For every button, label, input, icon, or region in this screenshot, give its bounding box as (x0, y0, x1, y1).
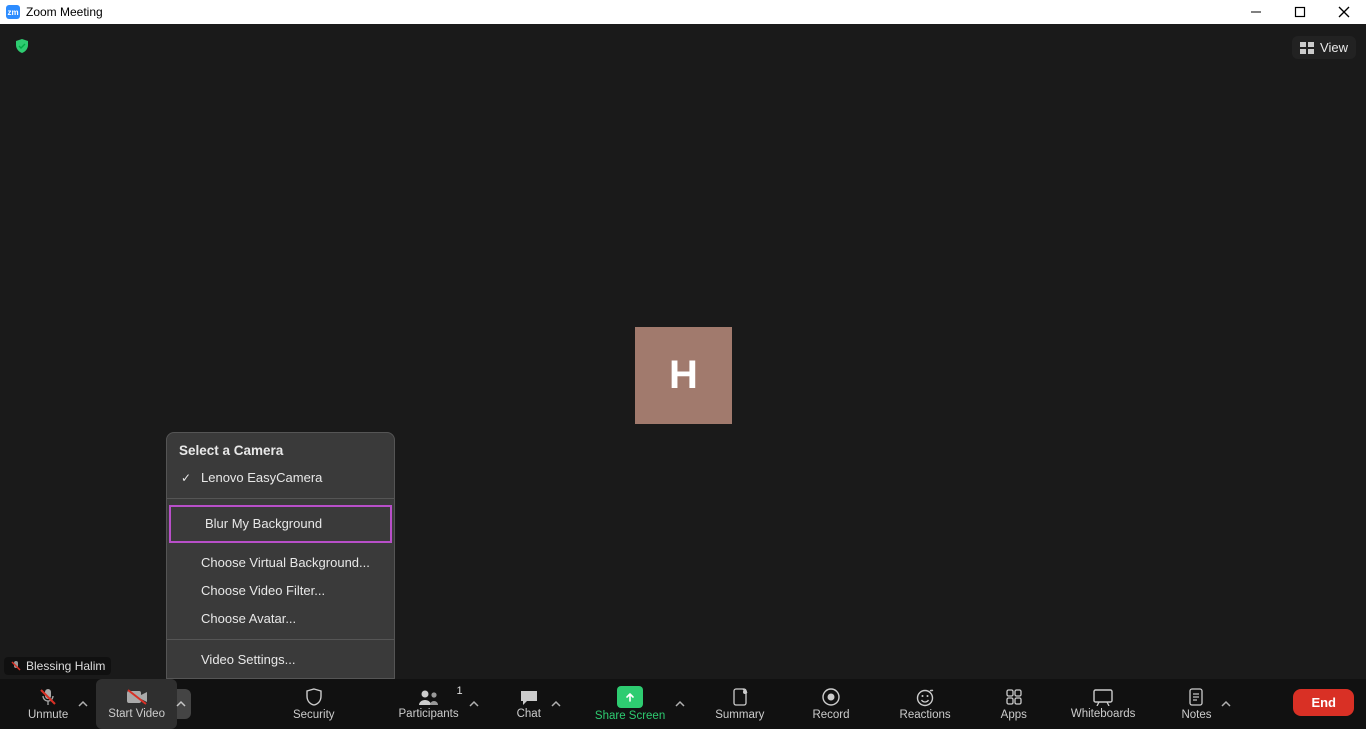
end-label: End (1311, 695, 1336, 710)
start-video-button[interactable]: Start Video (96, 679, 177, 729)
menu-separator (167, 639, 394, 640)
menu-item-label: Lenovo EasyCamera (201, 470, 322, 485)
meeting-toolbar: Unmute Start Video Security 1 Participan… (0, 679, 1366, 729)
participants-icon (417, 688, 441, 706)
notes-button[interactable]: Notes (1169, 679, 1223, 729)
share-screen-icon (617, 686, 643, 708)
security-button[interactable]: Security (281, 679, 347, 729)
notes-icon (1187, 687, 1205, 707)
tool-label: Security (293, 709, 335, 721)
chevron-up-icon (675, 699, 685, 709)
mic-muted-icon (10, 660, 22, 672)
participant-avatar: H (635, 327, 732, 424)
self-name-tag: Blessing Halim (4, 657, 111, 675)
menu-item-label: Video Settings... (201, 652, 295, 667)
chevron-up-icon (1221, 699, 1231, 709)
window-controls (1234, 0, 1366, 24)
tool-label: Summary (715, 709, 764, 721)
meeting-area: View H Blessing Halim Select a Camera Le… (0, 24, 1366, 679)
video-off-icon (126, 688, 148, 706)
participant-name: Blessing Halim (26, 659, 105, 673)
chat-icon (518, 688, 540, 706)
view-button[interactable]: View (1292, 36, 1356, 59)
tool-label: Chat (517, 708, 541, 720)
grid-icon (1300, 42, 1314, 54)
maximize-button[interactable] (1278, 0, 1322, 24)
whiteboard-icon (1092, 688, 1114, 706)
menu-item-video-filter[interactable]: Choose Video Filter... (167, 577, 394, 605)
participants-count: 1 (456, 685, 462, 697)
apps-button[interactable]: Apps (989, 679, 1039, 729)
apps-icon (1004, 687, 1024, 707)
tool-label: Apps (1001, 709, 1027, 721)
summary-button[interactable]: Summary (703, 679, 776, 729)
tool-label: Notes (1181, 709, 1211, 721)
tool-label: Record (812, 709, 849, 721)
mic-muted-icon (38, 687, 58, 707)
chat-button[interactable]: Chat (505, 679, 553, 729)
menu-item-choose-avatar[interactable]: Choose Avatar... (167, 605, 394, 633)
window-title: Zoom Meeting (26, 5, 103, 19)
view-label: View (1320, 40, 1348, 55)
unmute-button[interactable]: Unmute (16, 679, 80, 729)
end-meeting-button[interactable]: End (1293, 689, 1354, 716)
record-button[interactable]: Record (800, 679, 861, 729)
menu-item-label: Blur My Background (205, 516, 322, 531)
zoom-logo-icon: zm (6, 5, 20, 19)
record-icon (821, 687, 841, 707)
chevron-up-icon (176, 699, 186, 709)
tool-label: Whiteboards (1071, 708, 1136, 720)
menu-item-label: Choose Avatar... (201, 611, 296, 626)
menu-header: Select a Camera (167, 433, 394, 464)
menu-item-video-settings[interactable]: Video Settings... (167, 646, 394, 674)
reactions-button[interactable]: Reactions (888, 679, 963, 729)
chevron-up-icon (78, 699, 88, 709)
avatar-initial: H (669, 353, 698, 398)
tool-label: Start Video (108, 708, 165, 720)
chevron-up-icon (469, 699, 479, 709)
tool-label: Unmute (28, 709, 68, 721)
close-button[interactable] (1322, 0, 1366, 24)
whiteboards-button[interactable]: Whiteboards (1059, 679, 1148, 729)
menu-item-virtual-background[interactable]: Choose Virtual Background... (167, 549, 394, 577)
summary-icon (730, 687, 750, 707)
menu-item-label: Choose Video Filter... (201, 583, 325, 598)
share-screen-button[interactable]: Share Screen (583, 679, 677, 729)
tool-label: Reactions (900, 709, 951, 721)
minimize-button[interactable] (1234, 0, 1278, 24)
menu-item-label: Choose Virtual Background... (201, 555, 370, 570)
tool-label: Participants (399, 708, 459, 720)
reactions-icon (915, 687, 935, 707)
chevron-up-icon (551, 699, 561, 709)
menu-separator (167, 498, 394, 499)
window-titlebar: zm Zoom Meeting (0, 0, 1366, 24)
menu-item-blur-background[interactable]: Blur My Background (169, 505, 392, 543)
participants-button[interactable]: 1 Participants (387, 679, 471, 729)
menu-item-camera[interactable]: Lenovo EasyCamera (167, 464, 394, 492)
encryption-shield-icon[interactable] (14, 38, 30, 59)
shield-icon (304, 687, 324, 707)
tool-label: Share Screen (595, 710, 665, 722)
video-options-menu: Select a Camera Lenovo EasyCamera Blur M… (166, 432, 395, 679)
